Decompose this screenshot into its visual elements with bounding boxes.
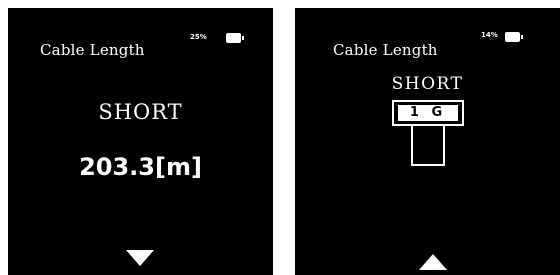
fault-state-label: SHORT <box>391 74 464 94</box>
cable-length-value: 203.3[m] <box>79 153 202 181</box>
cable-length-screen-result: Cable Length 25% SHORT 203.3[m] <box>8 8 273 275</box>
triangle-down-icon[interactable] <box>126 250 154 266</box>
battery-icon <box>505 32 523 42</box>
triangle-up-icon[interactable] <box>419 254 447 270</box>
battery-percentage: 14% <box>481 31 498 39</box>
fault-state-label: SHORT <box>98 100 183 124</box>
port-speed-label: 1 G <box>398 105 458 121</box>
screen-title: Cable Length <box>40 41 145 59</box>
port-socket-outline <box>411 126 445 166</box>
battery-icon <box>226 33 244 43</box>
screen-title: Cable Length <box>333 41 438 59</box>
cable-length-screen-port: Cable Length 14% SHORT 1 G <box>295 8 560 275</box>
battery-percentage: 25% <box>190 33 207 41</box>
ethernet-port-icon: 1 G <box>392 100 464 126</box>
